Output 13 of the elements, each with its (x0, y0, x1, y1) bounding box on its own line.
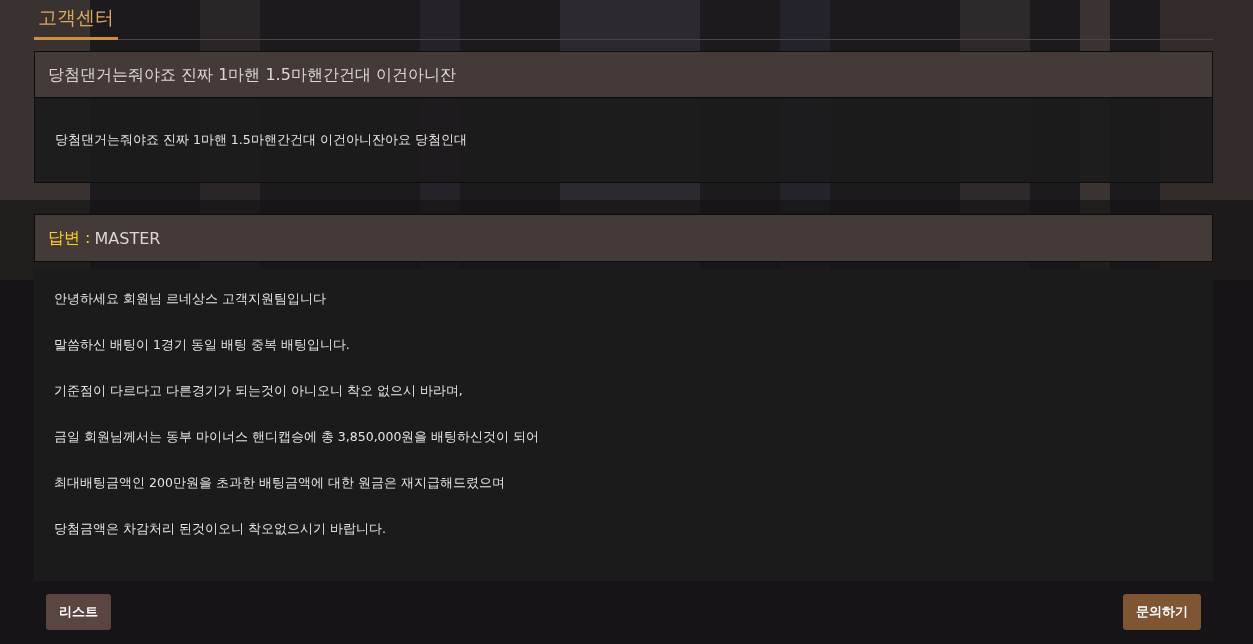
inquiry-button[interactable]: 문의하기 (1123, 594, 1201, 630)
question-text: 당첨댄거는줘야죠 진짜 1마핸 1.5마핸간건대 이건아니잔아요 당첨인대 (55, 131, 467, 149)
answer-paragraph: 당첨금액은 차감처리 된것이오니 착오없으시기 바랍니다. (54, 521, 387, 537)
answer-author: MASTER (94, 228, 161, 248)
page-title: 고객센터 (34, 5, 118, 40)
answer-paragraph: 말씀하신 배팅이 1경기 동일 배팅 중복 배팅입니다. (54, 337, 351, 353)
answer-paragraph: 기준점이 다르다고 다른경기가 되는것이 아니오니 착오 없으시 바라며, (54, 383, 464, 399)
question-title: 당첨댄거는줘야죠 진짜 1마핸 1.5마핸간건대 이건아니잔 (35, 52, 1212, 98)
answer-paragraph: 안녕하세요 회원님 르네상스 고객지원팀입니다 (54, 291, 327, 307)
answer-label: 답변 : (48, 227, 91, 249)
answer-paragraph: 금일 회원님께서는 동부 마이너스 핸디캡승에 총 3,850,000원을 배팅하신것이 되어 (54, 429, 541, 445)
list-button[interactable]: 리스트 (46, 594, 111, 630)
answer-paragraph: 최대배팅금액인 200만원을 초과한 배팅금액에 대한 원금은 재지급해드렸으며 (54, 475, 506, 491)
